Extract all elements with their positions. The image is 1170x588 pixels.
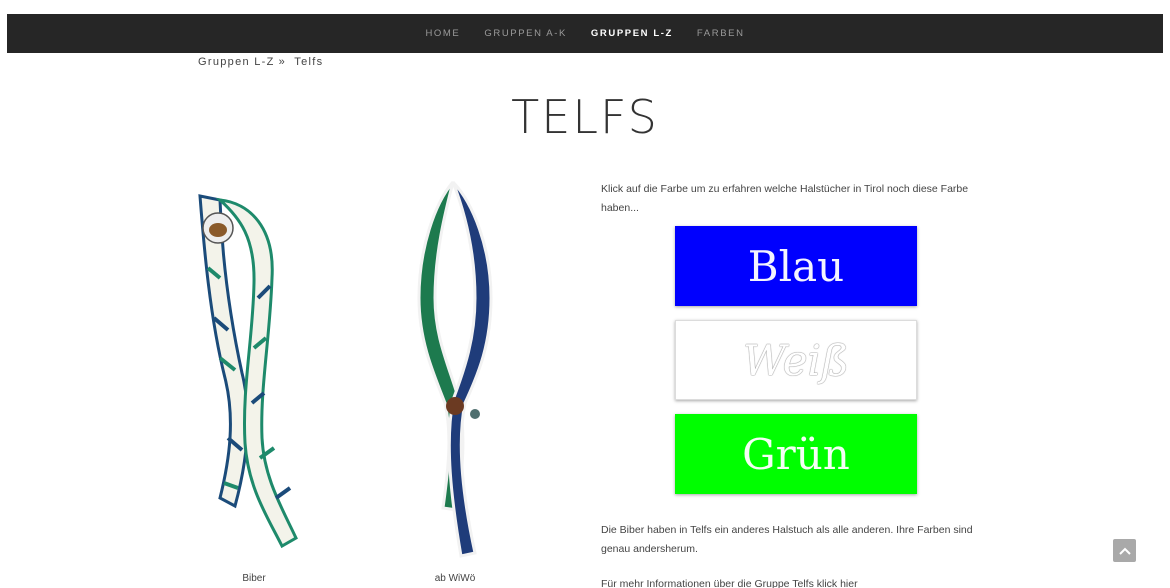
scarf-wiwo-caption: ab WiWö: [434, 573, 476, 584]
scarf-biber-image: [198, 194, 298, 549]
breadcrumb-separator: »: [278, 56, 287, 68]
color-button-blau[interactable]: Blau: [675, 226, 917, 306]
scarf-biber-caption: Biber: [242, 573, 266, 584]
nav-gruppen-a-k[interactable]: GRUPPEN A-K: [484, 28, 567, 39]
breadcrumb-parent-link[interactable]: Gruppen L-Z: [198, 56, 275, 68]
nav-home[interactable]: HOME: [425, 28, 460, 39]
nav-farben[interactable]: FARBEN: [697, 28, 745, 39]
top-strip: [0, 0, 1170, 14]
intro-text: Klick auf die Farbe um zu erfahren welch…: [601, 183, 969, 214]
chevron-up-icon: [1118, 547, 1131, 555]
more-info-link[interactable]: Für mehr Informationen über die Gruppe T…: [601, 578, 858, 588]
scarf-wiwo-image: [417, 180, 493, 558]
info-text: Die Biber haben in Telfs ein anderes Hal…: [601, 524, 973, 555]
page-title: TELFS: [511, 90, 659, 144]
breadcrumb: Gruppen L-Z» Telfs: [198, 56, 323, 68]
color-button-weiss[interactable]: Weiß: [675, 320, 917, 400]
color-button-gruen[interactable]: Grün: [675, 414, 917, 494]
scroll-to-top-button[interactable]: [1113, 539, 1136, 562]
breadcrumb-current: Telfs: [294, 56, 324, 68]
nav-gruppen-l-z[interactable]: GRUPPEN L-Z: [591, 28, 673, 39]
more-info-text: Für mehr Informationen über die Gruppe T…: [601, 577, 1001, 588]
main-navbar: HOME GRUPPEN A-K GRUPPEN L-Z FARBEN: [7, 14, 1163, 53]
